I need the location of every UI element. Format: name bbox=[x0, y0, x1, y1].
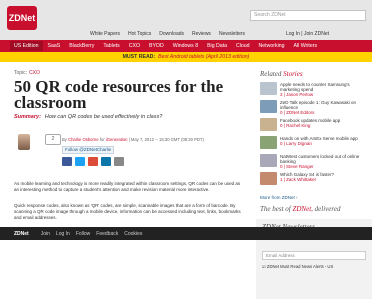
nav-cxo[interactable]: CXO bbox=[129, 43, 140, 49]
nav-saas[interactable]: SaaS bbox=[48, 43, 61, 49]
story-title[interactable]: NatWest customers locked out of online b… bbox=[280, 154, 370, 164]
nav-networking[interactable]: Networking bbox=[259, 43, 285, 49]
byline: By Charlie Osborne for iGeneration | May… bbox=[62, 137, 204, 142]
twitter-share-icon[interactable] bbox=[75, 157, 85, 166]
must-read-link[interactable]: Best Android tablets (April 2013 edition… bbox=[158, 54, 249, 60]
summary-label: Summary: bbox=[14, 114, 41, 120]
utility-nav: White Papers Hot Topics Downloads Review… bbox=[90, 31, 245, 37]
nav-cloud[interactable]: Cloud bbox=[236, 43, 250, 49]
facebook-share-icon[interactable] bbox=[62, 157, 72, 166]
byline-in: for bbox=[99, 137, 105, 142]
category-nav: US Edition SaaS BlackBerry Tablets CXO B… bbox=[0, 40, 372, 52]
topic-line: Topic: CXO bbox=[14, 70, 40, 76]
footer-bar: ZDNet Join Log In Follow Feedback Cookie… bbox=[0, 227, 372, 240]
nav-windows8[interactable]: Windows 8 bbox=[173, 43, 198, 49]
story-title[interactable]: Apple needs to counter Samsung's marketi… bbox=[280, 82, 370, 92]
footer-feedback-link[interactable]: Feedback bbox=[96, 231, 118, 237]
nav-white-papers[interactable]: White Papers bbox=[90, 31, 120, 37]
related-story[interactable]: NatWest customers locked out of online b… bbox=[260, 154, 370, 170]
story-byline: 0 | Rachel King bbox=[280, 123, 311, 129]
newsletter-checkbox[interactable]: ☑ ZDNet Must Read News Alerts - US bbox=[262, 264, 333, 269]
summary-text: How can QR codes be used effectively in … bbox=[44, 114, 163, 120]
blog-link[interactable]: iGeneration bbox=[106, 137, 128, 142]
nav-tablets[interactable]: Tablets bbox=[103, 43, 119, 49]
login-link[interactable]: Log In | Join ZDNet bbox=[286, 31, 329, 37]
linkedin-share-icon[interactable] bbox=[101, 157, 111, 166]
nav-reviews[interactable]: Reviews bbox=[192, 31, 211, 37]
story-thumbnail[interactable] bbox=[260, 118, 277, 131]
nav-downloads[interactable]: Downloads bbox=[159, 31, 184, 37]
best-of-prefix: The best of bbox=[260, 205, 291, 213]
search-input[interactable]: Search ZDNet bbox=[250, 10, 366, 21]
nav-us-edition[interactable]: US Edition bbox=[10, 41, 43, 51]
nav-blackberry[interactable]: BlackBerry bbox=[69, 43, 94, 49]
best-of-brand: ZDNet, bbox=[292, 205, 313, 213]
topic-label: Topic: bbox=[14, 70, 28, 76]
article-title: 50 QR code resources for the classroom bbox=[14, 77, 224, 112]
nav-byod[interactable]: BYOD bbox=[149, 43, 164, 49]
article-paragraph-2: Quick response codes, also known as 'QR'… bbox=[14, 203, 241, 220]
related-story[interactable]: Which Galaxy S4 is faster? 1 | Zack Whitt… bbox=[260, 172, 368, 185]
story-byline: 0 | ZDNet Editors bbox=[280, 110, 315, 116]
right-sidebar: Related Stories Apple needs to counter S… bbox=[256, 62, 372, 299]
story-title[interactable]: ZeD Talk episode 1: Guy Kawasaki on infl… bbox=[280, 100, 370, 110]
related-story[interactable]: Facebook updates mobile app 0 | Rachel Ki… bbox=[260, 118, 368, 131]
story-thumbnail[interactable] bbox=[260, 82, 277, 95]
related-story[interactable]: Apple needs to counter Samsung's marketi… bbox=[260, 82, 370, 98]
story-byline: 0 | Larry Dignan bbox=[280, 141, 312, 147]
article-paragraph-1: As mobile learning and technology is mor… bbox=[14, 181, 241, 192]
related-heading-word: Stories bbox=[283, 70, 303, 78]
more-from-zdnet-link[interactable]: More from ZDNet › bbox=[260, 195, 298, 200]
zdnet-logo[interactable]: ZDNet bbox=[7, 6, 37, 30]
story-byline: 1 | Zack Whittaker bbox=[280, 177, 317, 183]
byline-prefix: By bbox=[62, 137, 67, 142]
best-of-suffix: delivered bbox=[314, 205, 341, 213]
comment-count-badge[interactable]: 2 bbox=[45, 134, 61, 145]
email-share-icon[interactable] bbox=[114, 157, 124, 166]
author-avatar[interactable] bbox=[18, 134, 30, 150]
nav-newsletters[interactable]: Newsletters bbox=[219, 31, 245, 37]
footer-login-link[interactable]: Log In bbox=[56, 231, 70, 237]
best-of-heading: The best of ZDNet, delivered bbox=[260, 205, 340, 213]
story-byline: 0 | Steve Ranger bbox=[280, 164, 314, 170]
author-link[interactable]: Charlie Osborne bbox=[68, 137, 99, 142]
footer-follow-link[interactable]: Follow bbox=[76, 231, 90, 237]
topic-link[interactable]: CXO bbox=[29, 70, 40, 76]
nav-big-data[interactable]: Big Data bbox=[207, 43, 227, 49]
share-buttons bbox=[62, 157, 124, 166]
must-read-label: MUST READ: bbox=[122, 54, 156, 60]
nav-hot-topics[interactable]: Hot Topics bbox=[128, 31, 151, 37]
newsletter-checkbox-label: ZDNet Must Read News Alerts - US bbox=[266, 264, 334, 269]
article-summary: Summary: How can QR codes be used effecti… bbox=[14, 114, 162, 120]
footer-logo[interactable]: ZDNet bbox=[14, 231, 29, 237]
nav-all-writers[interactable]: All Writers bbox=[294, 43, 318, 49]
related-story[interactable]: Hands on with AmEx Serve mobile app 0 | L… bbox=[260, 136, 368, 149]
story-thumbnail[interactable] bbox=[260, 136, 277, 149]
related-story[interactable]: ZeD Talk episode 1: Guy Kawasaki on infl… bbox=[260, 100, 370, 116]
byline-date: | May 7, 2012 -- 15:30 GMT (08:30 PDT) bbox=[128, 137, 204, 142]
story-byline: 3 | Jason Perlow bbox=[280, 92, 314, 98]
google-plus-share-icon[interactable] bbox=[88, 157, 98, 166]
must-read-bar: MUST READ: Best Android tablets (April 20… bbox=[0, 52, 372, 62]
footer-join-link[interactable]: Join bbox=[41, 231, 50, 237]
story-thumbnail[interactable] bbox=[260, 100, 277, 113]
footer-cookies-link[interactable]: Cookies bbox=[124, 231, 142, 237]
site-header: ZDNet Search ZDNet White Papers Hot Topi… bbox=[0, 0, 372, 40]
related-stories-heading: Related Stories bbox=[260, 70, 303, 78]
follow-author-button[interactable]: Follow @ZDNetCharlie bbox=[62, 146, 114, 154]
story-thumbnail[interactable] bbox=[260, 172, 277, 185]
related-heading-prefix: Related bbox=[260, 70, 282, 78]
newsletter-email-input[interactable]: Email Address bbox=[262, 251, 366, 260]
story-thumbnail[interactable] bbox=[260, 154, 277, 167]
